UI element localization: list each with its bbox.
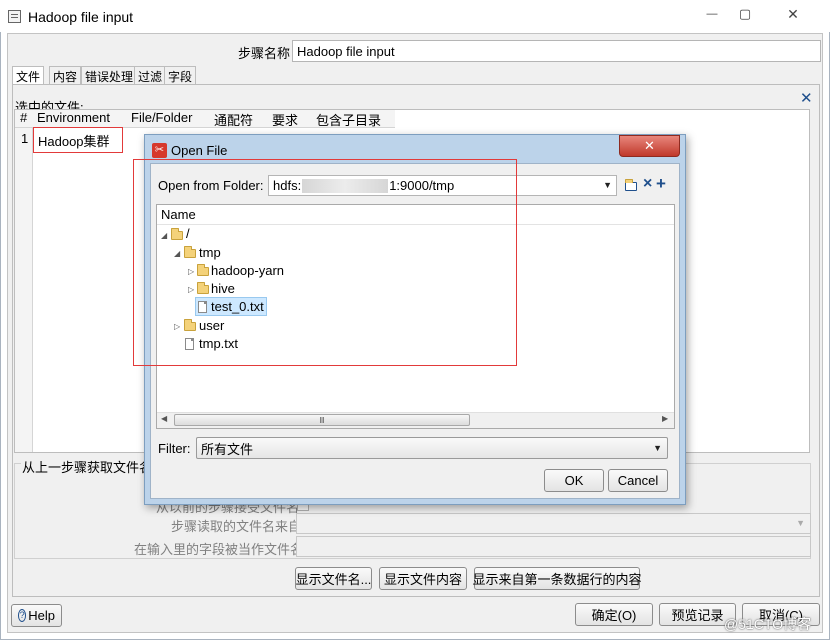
- filename-field-label: 在输入里的字段被当作文件名: [134, 542, 304, 557]
- step-name-label: 步骤名称: [238, 46, 291, 61]
- table-row-number: 1: [21, 131, 29, 146]
- tab-fields[interactable]: 字段: [164, 66, 197, 84]
- filter-label: Filter:: [158, 441, 191, 456]
- maximize-icon: ▢: [738, 6, 752, 21]
- help-icon: ?: [18, 609, 27, 622]
- tab-file[interactable]: 文件: [12, 66, 45, 84]
- step-name-input[interactable]: Hadoop file input: [292, 40, 821, 62]
- help-label: Help: [28, 608, 55, 623]
- dialog-close-button[interactable]: ✕: [619, 135, 680, 157]
- col-header-environment: Environment: [37, 110, 110, 125]
- col-header-wildcard: 通配符: [214, 113, 254, 128]
- step-name-value: Hadoop file input: [297, 43, 395, 59]
- clear-close-icon[interactable]: ✕: [800, 89, 813, 107]
- dialog-ok-button[interactable]: OK: [544, 469, 604, 492]
- environment-highlight-box: [33, 127, 123, 153]
- delete-icon[interactable]: ×: [643, 175, 652, 193]
- window-title: Hadoop file input: [28, 9, 134, 25]
- show-filenames-button[interactable]: 显示文件名...: [295, 567, 372, 590]
- help-button[interactable]: ? Help: [11, 604, 62, 627]
- prev-step-group-label: 从上一步骤获取文件名: [21, 457, 154, 476]
- window-close-button[interactable]: ✕: [764, 3, 822, 25]
- confirm-button[interactable]: 确定(O): [575, 603, 653, 626]
- step-source-label: 步骤读取的文件名来自: [171, 519, 302, 534]
- scroll-grip-icon: Ⅲ: [319, 415, 325, 425]
- maximize-button[interactable]: ▢: [729, 4, 761, 24]
- dialog-title: Open File: [171, 143, 228, 158]
- col-header-required: 要求: [272, 113, 299, 128]
- minimize-button[interactable]: —: [696, 4, 728, 24]
- dialog-app-icon: ✂: [152, 143, 167, 158]
- filename-field-input[interactable]: [296, 536, 811, 557]
- app-icon: [8, 10, 21, 23]
- add-icon[interactable]: +: [656, 174, 666, 194]
- show-file-content-button[interactable]: 显示文件内容: [379, 567, 467, 590]
- dialog-close-icon: ✕: [644, 138, 655, 153]
- step-source-select[interactable]: ▼: [296, 513, 811, 534]
- filter-value: 所有文件: [201, 441, 254, 457]
- dialog-cancel-button[interactable]: Cancel: [608, 469, 668, 492]
- filter-select[interactable]: 所有文件 ▼: [196, 437, 668, 459]
- tab-filter[interactable]: 过滤: [134, 66, 167, 84]
- tree-highlight-box: [133, 159, 517, 366]
- chevron-down-icon: ▼: [796, 518, 805, 528]
- scroll-thumb[interactable]: Ⅲ: [174, 414, 470, 426]
- scroll-right-icon[interactable]: ▶: [662, 414, 668, 423]
- tab-content[interactable]: 内容: [49, 66, 82, 84]
- close-icon: ✕: [787, 5, 799, 22]
- scroll-left-icon[interactable]: ◀: [161, 414, 167, 423]
- col-header-subdirs: 包含子目录: [316, 113, 382, 128]
- minimize-icon: —: [706, 8, 718, 20]
- tab-error-handling[interactable]: 错误处理: [81, 66, 138, 84]
- show-first-row-button[interactable]: 显示来自第一条数据行的内容: [473, 567, 642, 590]
- col-header-file-folder: File/Folder: [131, 110, 193, 125]
- folder-dropdown-icon[interactable]: ▼: [603, 180, 612, 190]
- new-folder-icon[interactable]: [622, 179, 638, 192]
- col-header-num: #: [20, 110, 28, 125]
- filter-dropdown-icon: ▼: [653, 443, 662, 453]
- watermark: @51CTO博客: [724, 616, 812, 632]
- row-number-column: [15, 128, 33, 452]
